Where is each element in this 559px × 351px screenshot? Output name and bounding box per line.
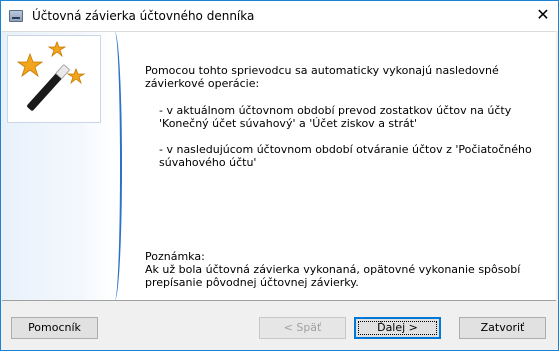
note-line-1: Ak už bola účtovná závierka vykonaná, op… <box>145 263 521 276</box>
wizard-description: Pomocou tohto sprievodcu sa automaticky … <box>145 64 545 169</box>
wizard-window: Účtovná závierka účtovného denníka ✕ Pom… <box>0 0 559 351</box>
magic-wand-icon <box>7 35 101 123</box>
next-button-label: Ďalej > <box>377 321 418 334</box>
wizard-content: Pomocou tohto sprievodcu sa automaticky … <box>2 31 556 301</box>
next-button[interactable]: Ďalej > <box>354 317 441 339</box>
intro-text: Pomocou tohto sprievodcu sa automaticky … <box>145 64 499 90</box>
bullet-2-line-2: súvahového účtu' <box>159 156 257 169</box>
window-title: Účtovná závierka účtovného denníka <box>32 9 255 23</box>
note-line-2: prepísanie pôvodnej účtovnej závierky. <box>145 276 359 289</box>
bullet-1-line-2: 'Konečný účet súvahový' a 'Účet ziskov a… <box>159 117 418 130</box>
help-button[interactable]: Pomocník <box>11 317 98 339</box>
wizard-app-icon <box>9 10 23 22</box>
close-icon[interactable]: ✕ <box>532 4 554 26</box>
note-label: Poznámka: <box>145 250 205 263</box>
back-button[interactable]: < Späť <box>259 317 346 339</box>
sidebar-panel <box>2 32 122 300</box>
note-section: Poznámka: Ak už bola účtovná závierka vy… <box>145 250 545 289</box>
close-button[interactable]: Zatvoriť <box>459 317 546 339</box>
bullet-1-line-1: - v aktuálnom účtovnom období prevod zos… <box>159 104 512 117</box>
title-bar[interactable]: Účtovná závierka účtovného denníka ✕ <box>1 1 558 31</box>
bullet-2-line-1: - v nasledujúcom účtovnom období otváran… <box>159 143 532 156</box>
